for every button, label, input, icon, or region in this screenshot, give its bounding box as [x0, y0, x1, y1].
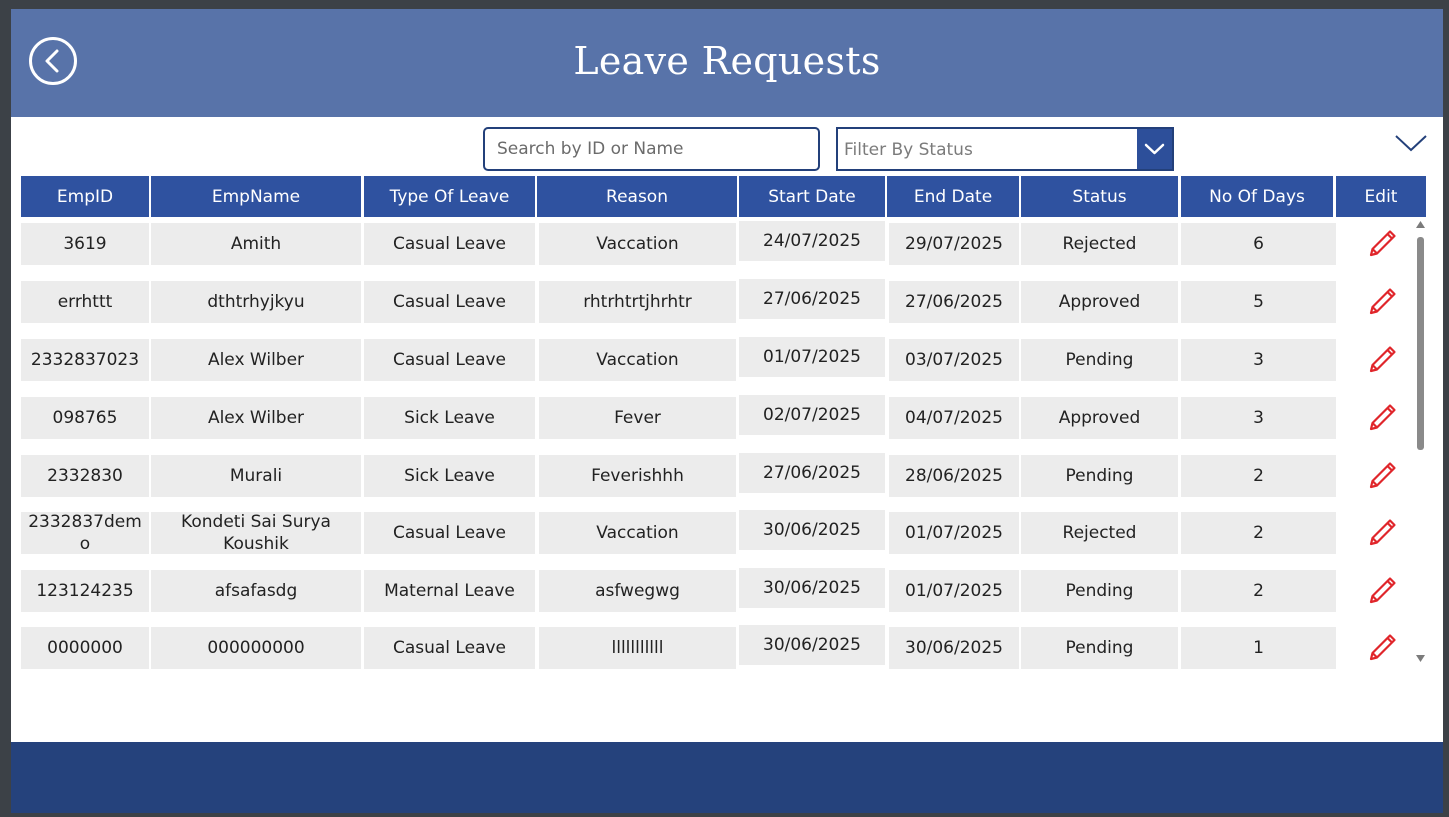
cell-empname[interactable]: 000000000 — [151, 627, 361, 669]
cell-empname[interactable]: Murali — [151, 455, 361, 497]
cell-leave-type[interactable]: Sick Leave — [364, 397, 535, 439]
cell-empname[interactable]: dthtrhyjkyu — [151, 281, 361, 323]
vertical-scrollbar[interactable] — [1413, 221, 1427, 667]
cell-no-of-days[interactable]: 3 — [1181, 397, 1336, 439]
cell-empid[interactable]: 2332837demo — [21, 512, 149, 554]
cell-empid[interactable]: errhttt — [21, 281, 149, 323]
cell-empname[interactable]: Kondeti Sai Surya Koushik — [151, 512, 361, 554]
cell-status[interactable]: Rejected — [1021, 512, 1178, 554]
edit-button[interactable] — [1356, 570, 1408, 612]
cell-status[interactable]: Approved — [1021, 281, 1178, 323]
cell-status[interactable]: Pending — [1021, 627, 1178, 669]
cell-empname[interactable]: Amith — [151, 223, 361, 265]
cell-empid[interactable]: 0000000 — [21, 627, 149, 669]
cell-empid[interactable]: 2332837023 — [21, 339, 149, 381]
cell-no-of-days[interactable]: 2 — [1181, 455, 1336, 497]
edit-button[interactable] — [1356, 223, 1408, 265]
cell-start-date[interactable]: 02/07/2025 — [739, 395, 885, 435]
pencil-icon — [1369, 230, 1396, 257]
cell-end-date[interactable]: 03/07/2025 — [889, 339, 1019, 381]
cell-status[interactable]: Approved — [1021, 397, 1178, 439]
cell-start-date[interactable]: 24/07/2025 — [739, 221, 885, 261]
leave-requests-screen: Leave Requests Filter By Status EmpID Em… — [11, 9, 1443, 813]
cell-status[interactable]: Pending — [1021, 339, 1178, 381]
cell-reason[interactable]: rhtrhtrtjhrhtr — [539, 281, 736, 323]
cell-start-date[interactable]: 27/06/2025 — [739, 279, 885, 319]
footer-bar — [11, 742, 1443, 813]
edit-button[interactable] — [1356, 627, 1408, 669]
table-body: 3619 Amith Casual Leave Vaccation 24/07/2025… — [11, 9, 1443, 813]
pencil-icon — [1369, 519, 1396, 546]
cell-end-date[interactable]: 01/07/2025 — [889, 570, 1019, 612]
cell-start-date[interactable]: 27/06/2025 — [739, 453, 885, 493]
cell-reason[interactable]: Vaccation — [539, 223, 736, 265]
cell-leave-type[interactable]: Casual Leave — [364, 281, 535, 323]
cell-leave-type[interactable]: Casual Leave — [364, 223, 535, 265]
cell-empid[interactable]: 123124235 — [21, 570, 149, 612]
cell-empname[interactable]: Alex Wilber — [151, 339, 361, 381]
cell-status[interactable]: Rejected — [1021, 223, 1178, 265]
cell-leave-type[interactable]: Maternal Leave — [364, 570, 535, 612]
cell-reason[interactable]: Feverishhh — [539, 455, 736, 497]
cell-reason[interactable]: Vaccation — [539, 512, 736, 554]
cell-start-date[interactable]: 30/06/2025 — [739, 568, 885, 608]
edit-button[interactable] — [1356, 455, 1408, 497]
pencil-icon — [1369, 634, 1396, 661]
cell-leave-type[interactable]: Casual Leave — [364, 339, 535, 381]
edit-button[interactable] — [1356, 512, 1408, 554]
cell-empid[interactable]: 3619 — [21, 223, 149, 265]
scrollbar-thumb[interactable] — [1417, 237, 1424, 450]
pencil-icon — [1369, 577, 1396, 604]
cell-no-of-days[interactable]: 2 — [1181, 570, 1336, 612]
cell-start-date[interactable]: 01/07/2025 — [739, 337, 885, 377]
cell-reason[interactable]: asfwegwg — [539, 570, 736, 612]
cell-status[interactable]: Pending — [1021, 455, 1178, 497]
cell-end-date[interactable]: 01/07/2025 — [889, 512, 1019, 554]
cell-no-of-days[interactable]: 1 — [1181, 627, 1336, 669]
cell-no-of-days[interactable]: 5 — [1181, 281, 1336, 323]
pencil-icon — [1369, 462, 1396, 489]
scroll-up-arrow-icon[interactable] — [1416, 221, 1425, 229]
cell-leave-type[interactable]: Casual Leave — [364, 512, 535, 554]
edit-button[interactable] — [1356, 339, 1408, 381]
cell-leave-type[interactable]: Casual Leave — [364, 627, 535, 669]
pencil-icon — [1369, 288, 1396, 315]
cell-end-date[interactable]: 29/07/2025 — [889, 223, 1019, 265]
cell-leave-type[interactable]: Sick Leave — [364, 455, 535, 497]
cell-empname[interactable]: Alex Wilber — [151, 397, 361, 439]
scroll-down-arrow-icon[interactable] — [1416, 655, 1425, 663]
cell-end-date[interactable]: 30/06/2025 — [889, 627, 1019, 669]
pencil-icon — [1369, 404, 1396, 431]
pencil-icon — [1369, 346, 1396, 373]
cell-end-date[interactable]: 28/06/2025 — [889, 455, 1019, 497]
cell-end-date[interactable]: 04/07/2025 — [889, 397, 1019, 439]
cell-end-date[interactable]: 27/06/2025 — [889, 281, 1019, 323]
cell-reason[interactable]: lllllllllll — [539, 627, 736, 669]
cell-no-of-days[interactable]: 3 — [1181, 339, 1336, 381]
cell-no-of-days[interactable]: 2 — [1181, 512, 1336, 554]
edit-button[interactable] — [1356, 397, 1408, 439]
cell-reason[interactable]: Fever — [539, 397, 736, 439]
cell-empid[interactable]: 098765 — [21, 397, 149, 439]
edit-button[interactable] — [1356, 281, 1408, 323]
cell-empname[interactable]: afsafasdg — [151, 570, 361, 612]
cell-no-of-days[interactable]: 6 — [1181, 223, 1336, 265]
cell-reason[interactable]: Vaccation — [539, 339, 736, 381]
cell-empid[interactable]: 2332830 — [21, 455, 149, 497]
cell-start-date[interactable]: 30/06/2025 — [739, 625, 885, 665]
cell-start-date[interactable]: 30/06/2025 — [739, 510, 885, 550]
cell-status[interactable]: Pending — [1021, 570, 1178, 612]
